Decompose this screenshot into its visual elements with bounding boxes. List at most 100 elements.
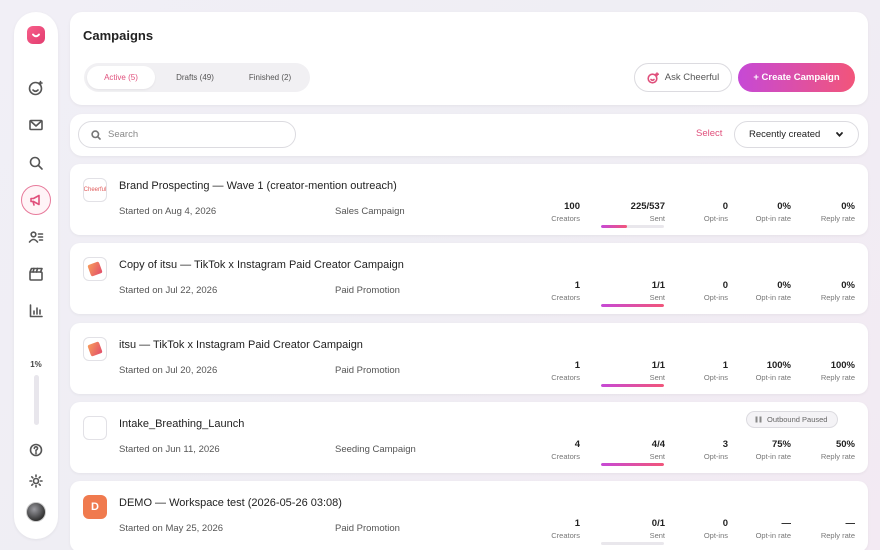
metric-label: Sent [649, 531, 665, 540]
campaign-card[interactable]: Cheerful Brand Prospecting — Wave 1 (crea… [70, 164, 868, 235]
sort-dropdown[interactable]: Recently created [734, 121, 859, 148]
search-box[interactable] [78, 121, 296, 148]
metric-label: Opt-ins [703, 452, 728, 461]
metric-value: 0 [722, 280, 728, 291]
campaign-toolbar: Select Recently created [70, 114, 868, 156]
avatar[interactable] [26, 502, 46, 522]
search-icon[interactable] [22, 149, 50, 177]
campaign-card[interactable]: Intake_Breathing_Launch Started on Jun 11… [70, 402, 868, 473]
metric-value: 0% [841, 201, 855, 212]
metric-value: 100% [766, 360, 791, 371]
campaign-thumbnail [83, 257, 107, 281]
chevron-down-icon [836, 132, 843, 138]
metric-label: Reply rate [820, 452, 855, 461]
select-link[interactable]: Select [696, 128, 722, 139]
logo-icon[interactable] [27, 26, 45, 44]
tab-finished[interactable]: Finished (2) [234, 66, 306, 89]
metric-reply-rate: 100% Reply rate [785, 360, 855, 382]
metric-label: Sent [649, 373, 665, 382]
metric-value: 0 [722, 201, 728, 212]
bar-chart-icon[interactable] [22, 297, 50, 325]
search-input[interactable] [108, 129, 278, 140]
metric-reply-rate: 50% Reply rate [785, 439, 855, 461]
clapperboard-icon[interactable] [22, 260, 50, 288]
pause-icon [755, 416, 762, 423]
metric-creators: 1 Creators [510, 360, 580, 382]
campaign-type: Sales Campaign [335, 206, 405, 217]
tab-active[interactable]: Active (5) [87, 66, 155, 89]
metric-value: 4/4 [651, 439, 665, 450]
metric-label: Opt-in rate [755, 452, 791, 461]
metric-label: Creators [551, 452, 580, 461]
ask-cheerful-label: Ask Cheerful [664, 72, 720, 83]
brand-logo-icon [87, 261, 103, 277]
metric-label: Opt-ins [703, 373, 728, 382]
sent-progress-fill [601, 384, 664, 387]
campaign-type: Seeding Campaign [335, 444, 416, 455]
metric-label: Reply rate [820, 293, 855, 302]
sent-progress-bar [601, 542, 664, 545]
campaign-start-date: Started on May 25, 2026 [119, 523, 224, 534]
metric-reply-rate: 0% Reply rate [785, 201, 855, 223]
tab-drafts[interactable]: Drafts (49) [159, 66, 231, 89]
metric-label: Creators [551, 373, 580, 382]
campaign-type: Paid Promotion [335, 365, 400, 376]
smiley-plus-icon[interactable] [22, 74, 50, 102]
campaign-start-date: Started on Jun 11, 2026 [119, 444, 220, 455]
metric-sent: 4/4 Sent [595, 439, 665, 461]
metric-value: 0% [841, 280, 855, 291]
campaign-title[interactable]: Copy of itsu — TikTok x Instagram Paid C… [119, 259, 404, 271]
campaign-title[interactable]: itsu — TikTok x Instagram Paid Creator C… [119, 339, 363, 351]
metric-sent: 1/1 Sent [595, 280, 665, 302]
metric-value: 1 [574, 280, 580, 291]
contacts-list-icon[interactable] [22, 223, 50, 251]
metric-value: 3 [722, 439, 728, 450]
campaign-card[interactable]: Copy of itsu — TikTok x Instagram Paid C… [70, 243, 868, 314]
help-icon[interactable] [22, 436, 50, 464]
metric-value: 225/537 [630, 201, 665, 212]
metric-value: 0 [722, 518, 728, 529]
metric-label: Sent [649, 293, 665, 302]
metric-creators: 1 Creators [510, 280, 580, 302]
metric-optins: 0 Opt-ins [658, 280, 728, 302]
campaign-type: Paid Promotion [335, 285, 400, 296]
metric-optins: 0 Opt-ins [658, 518, 728, 540]
page-title: Campaigns [83, 28, 154, 43]
metric-label: Opt-in rate [755, 373, 791, 382]
metric-label: Creators [551, 531, 580, 540]
metric-value: 1 [574, 518, 580, 529]
metric-optin-rate: 0% Opt-in rate [721, 280, 791, 302]
metric-value: 4 [574, 439, 580, 450]
metric-value: 75% [771, 439, 791, 450]
sparkle-icon [647, 71, 659, 84]
campaign-card[interactable]: D DEMO — Workspace test (2026-05-26 03:08… [70, 481, 868, 550]
campaign-thumbnail [83, 416, 107, 440]
sent-progress-fill [601, 304, 664, 307]
metric-optins: 1 Opt-ins [658, 360, 728, 382]
metric-optin-rate: 0% Opt-in rate [721, 201, 791, 223]
ask-cheerful-button[interactable]: Ask Cheerful [634, 63, 732, 92]
sent-progress-fill [601, 225, 628, 228]
create-campaign-button[interactable]: + Create Campaign [738, 63, 855, 92]
sidebar: 1% [14, 12, 58, 539]
megaphone-icon[interactable] [21, 185, 51, 215]
metric-optin-rate: — Opt-in rate [721, 518, 791, 540]
sent-progress-bar [601, 463, 664, 466]
metric-reply-rate: 0% Reply rate [785, 280, 855, 302]
campaign-title[interactable]: Intake_Breathing_Launch [119, 418, 244, 430]
campaign-thumbnail: D [83, 495, 107, 519]
sun-icon[interactable] [22, 467, 50, 495]
metric-value: 0% [777, 201, 791, 212]
campaign-title[interactable]: Brand Prospecting — Wave 1 (creator-ment… [119, 180, 397, 192]
campaign-thumbnail [83, 337, 107, 361]
campaign-start-date: Started on Jul 20, 2026 [119, 365, 218, 376]
metric-label: Opt-in rate [755, 531, 791, 540]
metric-creators: 1 Creators [510, 518, 580, 540]
mail-icon[interactable] [22, 111, 50, 139]
campaign-title[interactable]: DEMO — Workspace test (2026-05-26 03:08) [119, 497, 342, 509]
campaign-card[interactable]: itsu — TikTok x Instagram Paid Creator C… [70, 323, 868, 394]
metric-sent: 1/1 Sent [595, 360, 665, 382]
metric-value: 50% [835, 439, 855, 450]
metric-optin-rate: 75% Opt-in rate [721, 439, 791, 461]
metric-label: Opt-in rate [755, 214, 791, 223]
